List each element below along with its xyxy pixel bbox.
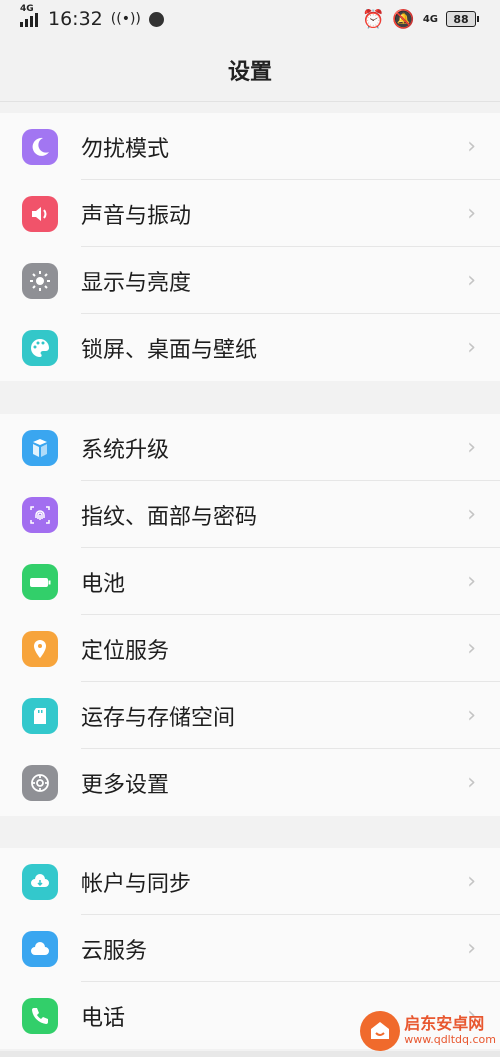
page-title: 设置	[0, 38, 500, 102]
settings-item-label: 勿扰模式	[81, 136, 170, 162]
settings-group-2: 系统升级 › 指纹、面部与密码 › 电池 › 定位服务 › 运存与存储空间 ›	[0, 414, 500, 816]
settings-item-label: 电池	[81, 571, 126, 597]
alarm-icon: ⏰	[361, 8, 385, 30]
hotspot-icon: ((•))	[110, 11, 141, 27]
cloud-icon	[22, 930, 58, 967]
app-notification-icon	[148, 11, 164, 27]
battery-level: 88	[453, 12, 469, 26]
chevron-right-icon: ›	[467, 936, 476, 961]
palette-icon	[22, 329, 58, 366]
moon-icon	[22, 128, 58, 165]
battery-icon	[22, 563, 58, 600]
chevron-right-icon: ›	[467, 201, 476, 226]
fingerprint-icon	[22, 496, 58, 533]
settings-group-1: 勿扰模式 › 声音与振动 › 显示与亮度 › 锁屏、桌面与壁纸 ›	[0, 113, 500, 381]
settings-item-do-not-disturb[interactable]: 勿扰模式 ›	[0, 113, 500, 180]
settings-item-label: 指纹、面部与密码	[81, 504, 258, 530]
settings-item-more-settings[interactable]: 更多设置 ›	[0, 749, 500, 816]
watermark-title: 启东安卓网	[404, 1014, 485, 1034]
signal-icon: 4G	[20, 4, 38, 27]
chevron-right-icon: ›	[467, 869, 476, 894]
chevron-right-icon: ›	[467, 636, 476, 661]
settings-item-account-sync[interactable]: 帐户与同步 ›	[0, 848, 500, 915]
settings-item-fingerprint-face-password[interactable]: 指纹、面部与密码 ›	[0, 481, 500, 548]
settings-item-label: 系统升级	[81, 437, 170, 463]
settings-item-label: 声音与振动	[81, 203, 192, 229]
settings-item-label: 定位服务	[81, 638, 170, 664]
settings-item-label: 更多设置	[81, 772, 170, 798]
network-type-label: 4G	[20, 4, 34, 14]
watermark-url: www.qdltdq.com	[404, 1032, 496, 1046]
speaker-icon	[22, 195, 58, 232]
settings-item-label: 电话	[81, 1005, 126, 1031]
battery-indicator: 88	[446, 11, 479, 27]
status-bar: 4G 16:32 ((•)) ⏰ 🔕 4G 88	[0, 0, 500, 38]
settings-item-label: 锁屏、桌面与壁纸	[81, 337, 258, 363]
settings-item-label: 云服务	[81, 938, 148, 964]
settings-item-cloud-service[interactable]: 云服务 ›	[0, 915, 500, 982]
settings-item-system-update[interactable]: 系统升级 ›	[0, 414, 500, 481]
chevron-right-icon: ›	[467, 435, 476, 460]
chevron-right-icon: ›	[467, 703, 476, 728]
sd-card-icon	[22, 697, 58, 734]
settings-item-battery[interactable]: 电池 ›	[0, 548, 500, 615]
location-icon	[22, 630, 58, 667]
account-sync-icon	[22, 863, 58, 900]
settings-item-label: 运存与存储空间	[81, 705, 236, 731]
phone-icon	[22, 997, 58, 1034]
settings-item-ram-storage[interactable]: 运存与存储空间 ›	[0, 682, 500, 749]
chevron-right-icon: ›	[467, 770, 476, 795]
bottom-strip	[0, 1051, 500, 1057]
watermark-logo-icon	[360, 1011, 401, 1051]
settings-item-sound-vibration[interactable]: 声音与振动 ›	[0, 180, 500, 247]
chevron-right-icon: ›	[467, 569, 476, 594]
update-icon	[22, 429, 58, 466]
chevron-right-icon: ›	[467, 268, 476, 293]
network-type-right: 4G	[422, 13, 438, 25]
settings-item-label: 显示与亮度	[81, 270, 192, 296]
page-title-text: 设置	[227, 59, 272, 85]
settings-item-lockscreen-wallpaper[interactable]: 锁屏、桌面与壁纸 ›	[0, 314, 500, 381]
notifications-off-icon: 🔕	[392, 8, 415, 30]
sun-icon	[22, 262, 58, 299]
gear-icon	[22, 764, 58, 801]
settings-item-location-services[interactable]: 定位服务 ›	[0, 615, 500, 682]
chevron-right-icon: ›	[467, 502, 476, 527]
chevron-right-icon: ›	[467, 335, 476, 360]
settings-item-label: 帐户与同步	[81, 871, 192, 897]
chevron-right-icon: ›	[467, 134, 476, 159]
settings-item-display-brightness[interactable]: 显示与亮度 ›	[0, 247, 500, 314]
watermark: 启东安卓网 www.qdltdq.com	[360, 1011, 496, 1051]
status-time: 16:32	[48, 8, 103, 30]
